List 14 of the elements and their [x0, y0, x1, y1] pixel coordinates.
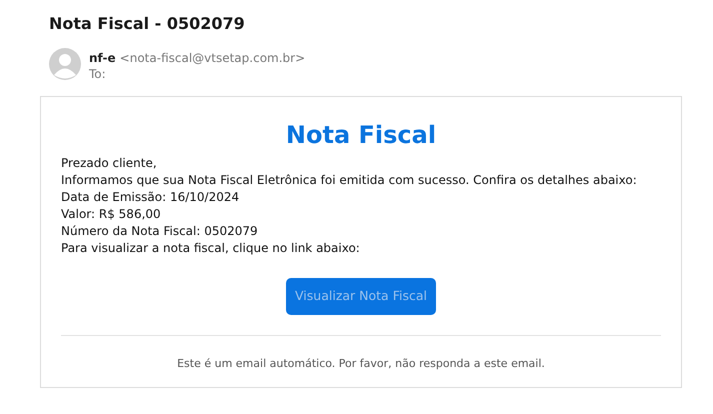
body-text: Informamos que sua Nota Fiscal Eletrônica foi emitida com sucesso. Confira os detalhes abaixo: — [61, 172, 637, 189]
footer-note: Este é um email automático. Por favor, não responda a este email. — [177, 356, 545, 372]
body-text: Data de Emissão: 16/10/2024 — [61, 189, 240, 206]
email-subject: Nota Fiscal - 0502079 — [49, 14, 245, 33]
sender-name: nf-e — [89, 50, 116, 66]
body-text: Para visualizar a nota fiscal, clique no link abaixo: — [61, 240, 360, 257]
recipient-label: To: — [89, 66, 106, 82]
body-text: Prezado cliente, — [61, 155, 157, 172]
avatar-icon — [49, 48, 81, 80]
body-text: Número da Nota Fiscal: 0502079 — [61, 223, 258, 240]
sender-address: <nota-fiscal@vtsetap.com.br> — [120, 50, 306, 66]
body-text: Valor: R$ 586,00 — [61, 206, 161, 223]
email-heading: Nota Fiscal — [286, 120, 436, 151]
view-invoice-button[interactable]: Visualizar Nota Fiscal — [286, 278, 436, 315]
